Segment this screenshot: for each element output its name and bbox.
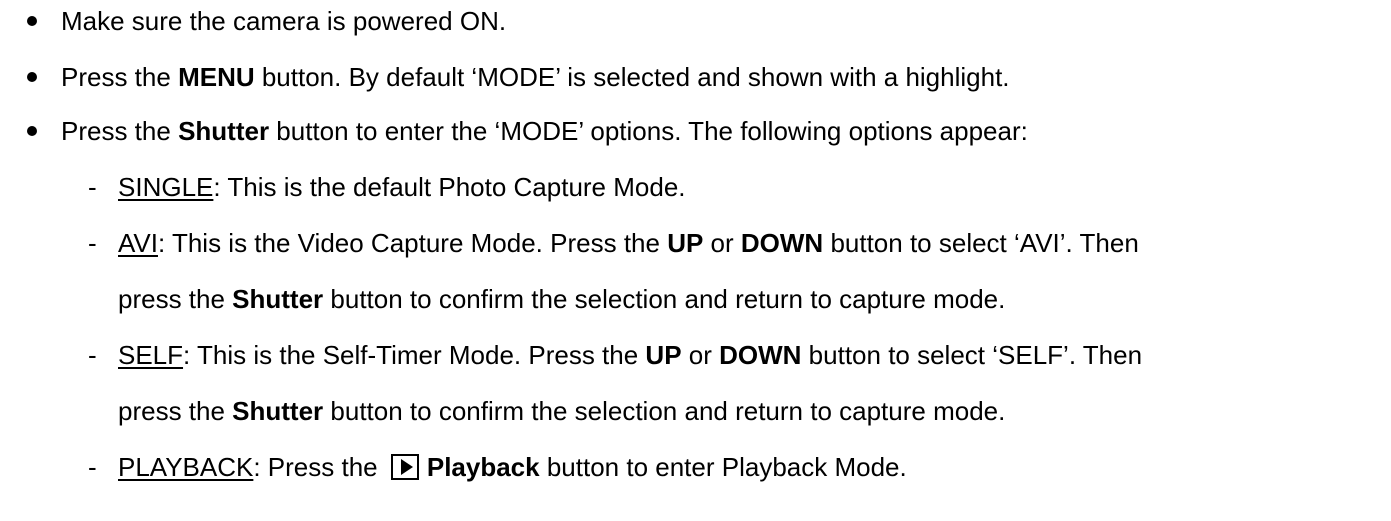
option-desc: press the — [118, 396, 233, 426]
dash-marker: - — [88, 452, 97, 482]
menu-button-label: MENU — [178, 62, 255, 92]
option-term: SELF — [118, 340, 184, 370]
shutter-button-label: Shutter — [232, 284, 324, 314]
bullet-item-menu: Press the MENU button. By default ‘MODE’… — [61, 62, 1010, 92]
option-desc: button to select ‘AVI’. Then — [823, 228, 1139, 258]
bullet-text: Press the — [61, 116, 179, 146]
bullet-text: button. By default ‘MODE’ is selected an… — [254, 62, 1010, 92]
option-playback: PLAYBACK: Press the Playback button to e… — [118, 452, 907, 482]
play-icon — [390, 454, 419, 480]
shutter-button-label: Shutter — [178, 116, 270, 146]
down-button-label: DOWN — [740, 228, 824, 258]
option-desc: or — [703, 228, 741, 258]
bullet-item-power-on: Make sure the camera is powered ON. — [61, 6, 506, 36]
bullet-dot — [27, 16, 37, 26]
manual-page: Make sure the camera is powered ON. Pres… — [0, 0, 1391, 521]
option-desc: button to confirm the selection and retu… — [323, 396, 1006, 426]
option-self: SELF: This is the Self-Timer Mode. Press… — [118, 340, 1142, 370]
option-self-continued: press the Shutter button to confirm the … — [118, 396, 1005, 426]
option-desc: : This is the Self-Timer Mode. Press the — [183, 340, 646, 370]
option-avi-continued: press the Shutter button to confirm the … — [118, 284, 1005, 314]
up-button-label: UP — [645, 340, 682, 370]
shutter-button-label: Shutter — [232, 396, 324, 426]
bullet-dot — [27, 72, 37, 82]
down-button-label: DOWN — [719, 340, 802, 370]
option-desc: button to enter Playback Mode. — [539, 452, 907, 482]
option-term: AVI — [118, 228, 158, 258]
bullet-dot — [27, 126, 37, 136]
option-desc: or — [681, 340, 720, 370]
bullet-text: Press the — [61, 62, 179, 92]
option-avi: AVI: This is the Video Capture Mode. Pre… — [118, 228, 1139, 258]
option-term: PLAYBACK — [118, 452, 254, 482]
bullet-text: button to enter the ‘MODE’ options. The … — [269, 116, 1028, 146]
up-button-label: UP — [667, 228, 704, 258]
dash-marker: - — [88, 172, 97, 202]
option-single: SINGLE: This is the default Photo Captur… — [118, 172, 686, 202]
option-desc: button to select ‘SELF’. Then — [801, 340, 1143, 370]
playback-button-label: Playback — [426, 452, 540, 482]
bullet-text: Make sure the camera is powered ON. — [61, 6, 507, 36]
dash-marker: - — [88, 228, 97, 258]
option-desc: : This is the Video Capture Mode. Press … — [157, 228, 668, 258]
option-desc: : This is the default Photo Capture Mode… — [213, 172, 686, 202]
option-desc: press the — [118, 284, 233, 314]
option-term: SINGLE — [118, 172, 214, 202]
option-desc: : Press the — [253, 452, 385, 482]
option-desc: button to confirm the selection and retu… — [323, 284, 1006, 314]
dash-marker: - — [88, 340, 97, 370]
bullet-item-shutter: Press the Shutter button to enter the ‘M… — [61, 116, 1028, 146]
